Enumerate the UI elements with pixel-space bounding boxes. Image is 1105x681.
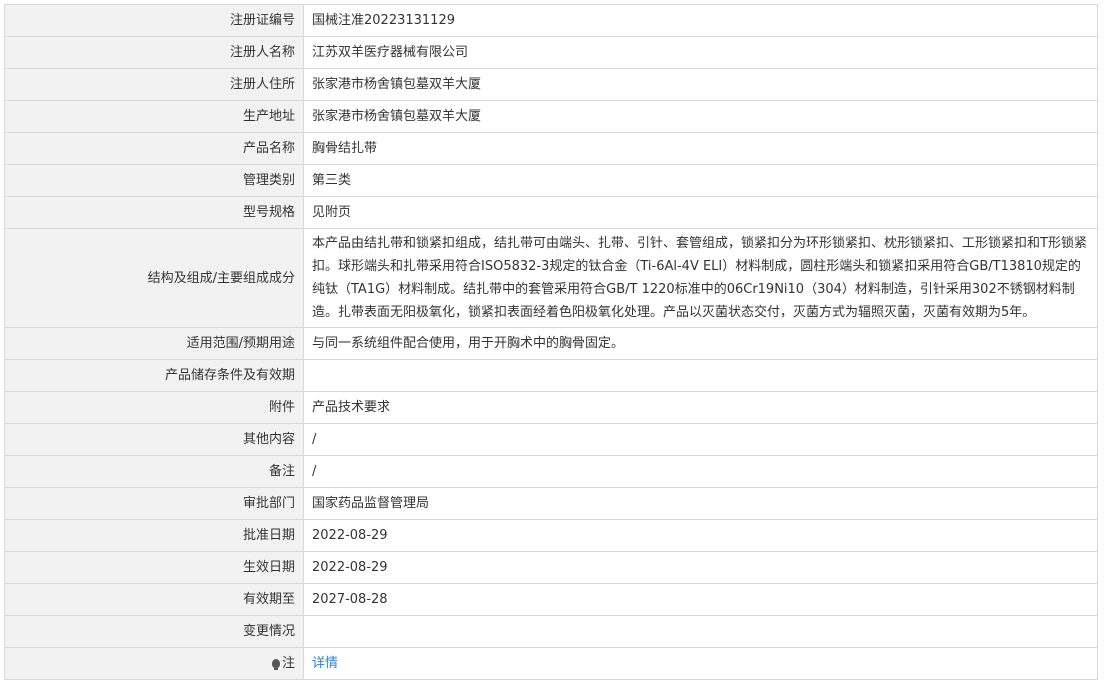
row-value: /: [303, 455, 1098, 488]
row-label: 产品储存条件及有效期: [4, 359, 304, 392]
lightbulb-icon: [271, 659, 280, 670]
table-row: 注 详情: [4, 647, 1098, 680]
table-row: 适用范围/预期用途 与同一系统组件配合使用，用于开胸术中的胸骨固定。: [4, 327, 1098, 360]
row-label: 注册人名称: [4, 36, 304, 69]
row-label: 注册证编号: [4, 4, 304, 37]
row-label: 生效日期: [4, 551, 304, 584]
table-row: 注册人住所 张家港市杨舍镇包墓双羊大厦: [4, 68, 1098, 101]
row-value: 见附页: [303, 196, 1098, 229]
table-row: 备注 /: [4, 455, 1098, 488]
table-row: 有效期至 2027-08-28: [4, 583, 1098, 616]
row-value: /: [303, 423, 1098, 456]
note-label: 注: [281, 656, 295, 671]
row-label: 有效期至: [4, 583, 304, 616]
row-value: 本产品由结扎带和锁紧扣组成，结扎带可由端头、扎带、引针、套管组成，锁紧扣分为环形…: [303, 228, 1098, 328]
row-label: 产品名称: [4, 132, 304, 165]
row-value: 与同一系统组件配合使用，用于开胸术中的胸骨固定。: [303, 327, 1098, 360]
row-value: 国家药品监督管理局: [303, 487, 1098, 520]
table-row: 产品储存条件及有效期: [4, 359, 1098, 392]
table-row: 变更情况: [4, 615, 1098, 648]
row-label: 生产地址: [4, 100, 304, 133]
details-link[interactable]: 详情: [312, 656, 338, 671]
row-value: 第三类: [303, 164, 1098, 197]
table-row: 管理类别 第三类: [4, 164, 1098, 197]
row-value: 2022-08-29: [303, 519, 1098, 552]
table-row: 产品名称 胸骨结扎带: [4, 132, 1098, 165]
row-label: 备注: [4, 455, 304, 488]
row-label: 变更情况: [4, 615, 304, 648]
row-label: 适用范围/预期用途: [4, 327, 304, 360]
row-value: 国械注准20223131129: [303, 4, 1098, 37]
row-value: [303, 359, 1098, 392]
table-row: 审批部门 国家药品监督管理局: [4, 487, 1098, 520]
table-row: 注册人名称 江苏双羊医疗器械有限公司: [4, 36, 1098, 69]
row-value: 胸骨结扎带: [303, 132, 1098, 165]
table-row: 结构及组成/主要组成成分 本产品由结扎带和锁紧扣组成，结扎带可由端头、扎带、引针…: [4, 228, 1098, 328]
row-value: 张家港市杨舍镇包墓双羊大厦: [303, 68, 1098, 101]
table-row: 批准日期 2022-08-29: [4, 519, 1098, 552]
row-label: 其他内容: [4, 423, 304, 456]
registration-detail-table: 注册证编号 国械注准20223131129 注册人名称 江苏双羊医疗器械有限公司…: [4, 4, 1098, 680]
table-row: 型号规格 见附页: [4, 196, 1098, 229]
table-row: 生产地址 张家港市杨舍镇包墓双羊大厦: [4, 100, 1098, 133]
row-label: 批准日期: [4, 519, 304, 552]
row-label: 型号规格: [4, 196, 304, 229]
table-row: 其他内容 /: [4, 423, 1098, 456]
table-row: 注册证编号 国械注准20223131129: [4, 4, 1098, 37]
row-label: 注册人住所: [4, 68, 304, 101]
row-value: 2027-08-28: [303, 583, 1098, 616]
row-label: 附件: [4, 391, 304, 424]
note-label-cell: 注: [4, 647, 304, 680]
row-label: 审批部门: [4, 487, 304, 520]
row-value: 2022-08-29: [303, 551, 1098, 584]
row-value: 江苏双羊医疗器械有限公司: [303, 36, 1098, 69]
row-label: 结构及组成/主要组成成分: [4, 228, 304, 328]
row-value: 产品技术要求: [303, 391, 1098, 424]
table-row: 生效日期 2022-08-29: [4, 551, 1098, 584]
row-value: [303, 615, 1098, 648]
row-value: 张家港市杨舍镇包墓双羊大厦: [303, 100, 1098, 133]
note-value-cell: 详情: [303, 647, 1098, 680]
row-label: 管理类别: [4, 164, 304, 197]
table-row: 附件 产品技术要求: [4, 391, 1098, 424]
